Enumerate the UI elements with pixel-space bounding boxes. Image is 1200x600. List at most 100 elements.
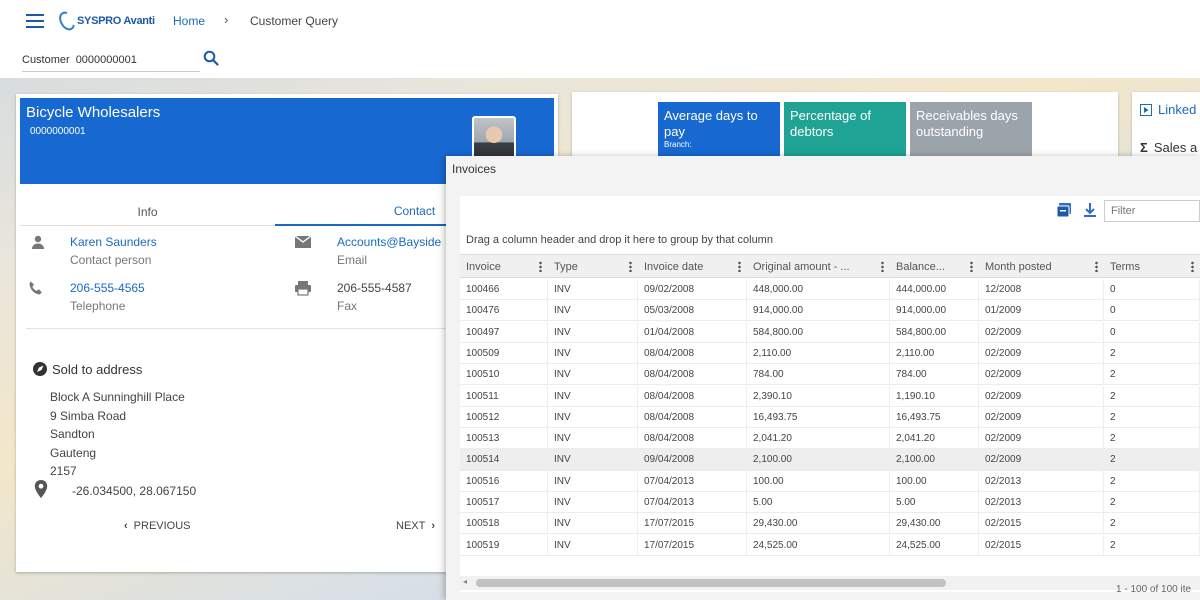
col-type-cell: INV (548, 342, 638, 364)
breadcrumb-home[interactable]: Home (173, 14, 205, 28)
col-terms-cell: 2 (1104, 492, 1200, 513)
scroll-left-icon[interactable]: ◂ (463, 577, 467, 586)
col-terms-cell: 2 (1104, 342, 1200, 364)
column-menu-icon[interactable] (539, 261, 542, 272)
table-row[interactable]: 100516 INV 07/04/2013 100.00 100.00 02/2013 2 (460, 470, 1200, 492)
col-month-posted-cell: 01/2009 (979, 300, 1104, 322)
col-invoice-date-cell: 08/04/2008 (638, 342, 747, 364)
table-row[interactable]: 100518 INV 17/07/2015 29,430.00 29,430.00 02/… (460, 513, 1200, 535)
sales-link[interactable]: Σ Sales a (1140, 140, 1197, 155)
sales-label: Sales a (1153, 140, 1198, 155)
menu-icon[interactable] (26, 14, 44, 28)
col-type-cell: INV (548, 385, 638, 407)
col-invoice-cell: 100517 (460, 492, 548, 513)
column-menu-icon[interactable] (970, 261, 973, 272)
col-balance-cell: 5.00 (890, 492, 979, 513)
column-menu-icon[interactable] (738, 261, 741, 272)
col-invoice-cell: 100513 (460, 428, 548, 450)
customer-value[interactable]: 0000000001 (76, 54, 137, 66)
kpi-label: Average days to pay (664, 108, 758, 139)
address-line: Sandton (50, 427, 95, 442)
col-month-posted-cell: 02/2009 (979, 385, 1104, 407)
scrollbar-thumb[interactable] (476, 579, 946, 587)
col-original-amount-cell: 784.00 (747, 364, 890, 386)
fax-block: 206-555-4587 Fax (337, 281, 412, 313)
col-terms-cell: 0 (1104, 321, 1200, 343)
next-button[interactable]: NEXT › (396, 520, 435, 532)
table-row[interactable]: 100511 INV 08/04/2008 2,390.10 1,190.10 02/20… (460, 385, 1200, 407)
col-invoice-date-cell: 08/04/2008 (638, 364, 747, 386)
table-row[interactable]: 100512 INV 08/04/2008 16,493.75 16,493.75 02/… (460, 406, 1200, 428)
col-invoice-cell: 100511 (460, 385, 548, 407)
customer-field[interactable]: Customer 0000000001 (22, 48, 200, 72)
table-row[interactable]: 100514 INV 09/04/2008 2,100.00 2,100.00 02/20… (460, 449, 1200, 471)
email-value[interactable]: Accounts@Bayside (337, 235, 447, 249)
col-type-cell: INV (548, 300, 638, 322)
col-original-amount-header[interactable]: Original amount - ... (747, 255, 890, 279)
col-terms-header[interactable]: Terms (1104, 255, 1200, 279)
col-invoice-date-header[interactable]: Invoice date (638, 255, 747, 279)
col-balance-cell: 100.00 (890, 470, 979, 492)
col-month-posted-header[interactable]: Month posted (979, 255, 1104, 279)
column-menu-icon[interactable] (629, 261, 632, 272)
col-balance-cell: 2,100.00 (890, 449, 979, 471)
table-row[interactable]: 100476 INV 05/03/2008 914,000.00 914,000.00 0… (460, 300, 1200, 322)
col-terms-cell: 2 (1104, 534, 1200, 556)
tab-info[interactable]: Info (20, 198, 275, 226)
linked-link[interactable]: Linked (1140, 102, 1196, 117)
sold-to-address: Block A Sunninghill Place 9 Simba Road S… (50, 388, 185, 481)
col-month-posted-cell: 02/2009 (979, 449, 1104, 471)
column-header-label: Balance... (896, 261, 945, 273)
col-invoice-header[interactable]: Invoice (460, 255, 548, 279)
column-menu-icon[interactable] (1095, 261, 1098, 272)
telephone-value[interactable]: 206-555-4565 (70, 281, 145, 295)
sold-to-title: Sold to address (52, 362, 143, 377)
kpi-percentage-of-debtors[interactable]: Percentage of debtors (784, 102, 906, 158)
col-month-posted-cell: 02/2013 (979, 470, 1104, 492)
col-balance-header[interactable]: Balance... (890, 255, 979, 279)
filter-input[interactable] (1104, 200, 1200, 222)
address-line: Block A Sunninghill Place (50, 390, 185, 404)
download-icon[interactable] (1082, 202, 1098, 218)
col-type-cell: INV (548, 321, 638, 343)
kpi-label: Percentage of debtors (790, 108, 871, 139)
table-row[interactable]: 100509 INV 08/04/2008 2,110.00 2,110.00 02/20… (460, 342, 1200, 365)
logo-mark-icon (55, 8, 79, 34)
fax-label: Fax (337, 299, 358, 313)
col-type-cell: INV (548, 534, 638, 556)
col-invoice-cell: 100510 (460, 364, 548, 386)
phone-icon (29, 281, 42, 295)
contact-name[interactable]: Karen Saunders (70, 235, 157, 249)
column-menu-icon[interactable] (1191, 261, 1194, 272)
column-menu-icon[interactable] (881, 261, 884, 272)
search-icon[interactable] (203, 50, 219, 66)
kpi-average-days-to-pay[interactable]: Average days to pay Branch: (658, 102, 780, 158)
col-invoice-date-cell: 07/04/2013 (638, 470, 747, 492)
printer-icon (295, 281, 311, 296)
previous-button[interactable]: ‹ PREVIOUS (124, 520, 191, 532)
table-row[interactable]: 100510 INV 08/04/2008 784.00 784.00 02/2009 2 (460, 364, 1200, 386)
col-terms-cell: 2 (1104, 513, 1200, 535)
customer-name: Bicycle Wholesalers (26, 104, 161, 121)
kpi-receivables-days-outstanding[interactable]: Receivables days outstanding (910, 102, 1032, 158)
col-invoice-date-cell: 09/04/2008 (638, 449, 747, 471)
customer-code: 0000000001 (30, 126, 86, 137)
table-row[interactable]: 100497 INV 01/04/2008 584,800.00 584,800.00 0… (460, 321, 1200, 343)
col-invoice-cell: 100512 (460, 406, 548, 428)
col-terms-cell: 2 (1104, 428, 1200, 450)
syspro-logo[interactable]: SYSPRO Avanti (55, 8, 155, 34)
col-terms-cell: 2 (1104, 470, 1200, 492)
col-month-posted-cell: 02/2009 (979, 321, 1104, 343)
export-excel-icon[interactable] (1056, 202, 1072, 218)
col-month-posted-cell: 02/2009 (979, 406, 1104, 428)
table-row[interactable]: 100513 INV 08/04/2008 2,041.20 2,041.20 02/20… (460, 428, 1200, 450)
col-type-header[interactable]: Type (548, 255, 638, 279)
col-invoice-date-cell: 07/04/2013 (638, 492, 747, 513)
table-row[interactable]: 100466 INV 09/02/2008 448,000.00 444,000.00 1… (460, 279, 1200, 301)
horizontal-scrollbar[interactable]: ◂ (460, 576, 1200, 590)
table-row[interactable]: 100517 INV 07/04/2013 5.00 5.00 02/2013 2 (460, 492, 1200, 514)
col-balance-cell: 16,493.75 (890, 406, 979, 428)
group-hint: Drag a column header and drop it here to… (466, 234, 773, 246)
col-invoice-date-cell: 09/02/2008 (638, 279, 747, 300)
table-row[interactable]: 100519 INV 17/07/2015 24,525.00 24,525.00 02/… (460, 534, 1200, 556)
